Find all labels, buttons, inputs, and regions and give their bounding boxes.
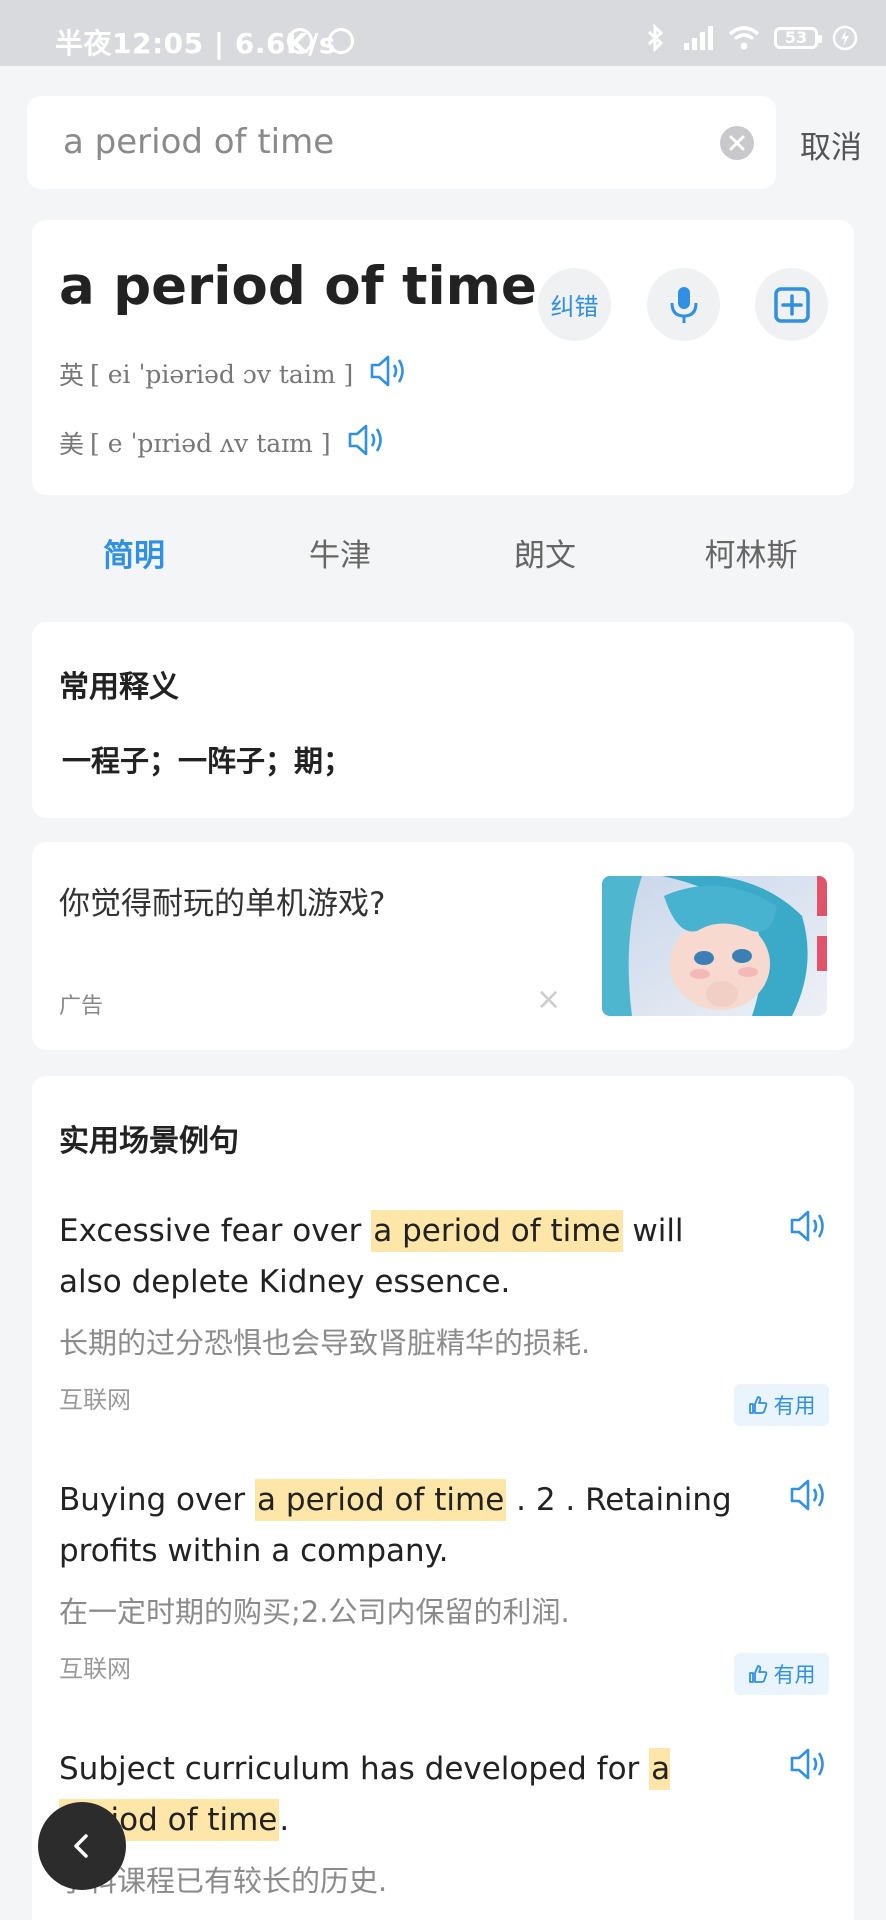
correct-button[interactable]: 纠错 [538, 268, 611, 341]
ad-close-icon[interactable]: × [536, 982, 561, 1017]
example-sentence: Buying over a period of time . 2 . Retai… [59, 1475, 749, 1577]
microphone-icon [670, 286, 697, 323]
tab-longman[interactable]: 朗文 [475, 530, 615, 575]
definitions-text: 一程子；一阵子；期； [62, 744, 353, 778]
cancel-button[interactable]: 取消 [800, 122, 862, 167]
example-item: Subject curriculum has developed for a p… [59, 1744, 829, 1900]
definitions-card: 常用释义 一程子；一阵子；期； [32, 622, 854, 818]
ad-card[interactable]: 你觉得耐玩的单机游戏? 广告 × [32, 842, 854, 1050]
useful-button[interactable]: 有用 [734, 1384, 829, 1426]
example-sentence: Excessive fear over a period of time wil… [59, 1206, 749, 1308]
word-card: a period of time 纠错 英 [ ei ˈpiəriəd ɔv t… [32, 220, 854, 495]
example-source: 互联网 [59, 1386, 131, 1414]
uk-speaker-icon[interactable] [369, 353, 409, 395]
uk-phonetic: [ ei ˈpiəriəd ɔv taim ] [90, 359, 354, 389]
example-translation: 长期的过分恐惧也会导致肾脏精华的损耗. [59, 1326, 591, 1360]
back-button[interactable] [38, 1802, 126, 1890]
uk-pronunciation: 英 [ ei ˈpiəriəd ɔv taim ] [59, 353, 409, 395]
notification-icon [287, 28, 313, 54]
us-speaker-icon[interactable] [347, 422, 387, 464]
thumbs-up-icon [748, 1665, 767, 1683]
status-bar: 半夜12:05 | 6.6K/s 53 [0, 0, 886, 66]
example-item: Excessive fear over a period of time wil… [59, 1206, 829, 1426]
example-translation: 学科课程已有较长的历史. [59, 1864, 388, 1898]
uk-label: 英 [59, 361, 85, 390]
ad-image[interactable] [602, 876, 827, 1016]
example-speaker-icon[interactable] [789, 1746, 829, 1786]
wifi-icon [728, 26, 760, 50]
chevron-left-icon [74, 1834, 88, 1858]
add-icon [773, 286, 810, 323]
sync-icon [328, 28, 354, 54]
tab-oxford[interactable]: 牛津 [270, 530, 410, 575]
search-input[interactable]: a period of time [63, 122, 334, 162]
thumbs-up-icon [748, 1396, 767, 1414]
example-speaker-icon[interactable] [789, 1208, 829, 1248]
example-sentence: Subject curriculum has developed for a p… [59, 1744, 749, 1846]
charging-icon [832, 25, 858, 51]
clear-search-icon[interactable] [720, 126, 754, 160]
highlighted-phrase: a period of time [255, 1479, 507, 1521]
tab-jianming[interactable]: 简明 [64, 530, 204, 575]
search-bar[interactable]: a period of time [27, 96, 776, 189]
add-to-wordbook-button[interactable] [755, 268, 828, 341]
us-phonetic: [ e ˈpɪriəd ʌv taɪm ] [90, 428, 331, 458]
bluetooth-icon [647, 24, 664, 52]
battery-icon: 53 [774, 27, 822, 49]
definitions-title: 常用释义 [59, 670, 179, 705]
tab-collins[interactable]: 柯林斯 [681, 530, 821, 575]
example-translation: 在一定时期的购买;2.公司内保留的利润. [59, 1595, 570, 1629]
useful-button[interactable]: 有用 [734, 1653, 829, 1695]
headword: a period of time [59, 256, 537, 317]
ad-title[interactable]: 你觉得耐玩的单机游戏? [59, 878, 385, 923]
example-source: 互联网 [59, 1655, 131, 1683]
microphone-button[interactable] [647, 268, 720, 341]
example-item: Buying over a period of time . 2 . Retai… [59, 1475, 829, 1695]
signal-icon [684, 26, 713, 50]
us-label: 美 [59, 430, 85, 459]
examples-card: 实用场景例句 Excessive fear over a period of t… [32, 1076, 854, 1920]
example-speaker-icon[interactable] [789, 1477, 829, 1517]
dictionary-tabs: 简明 牛津 朗文 柯林斯 [32, 530, 854, 580]
highlighted-phrase: a period of time [371, 1210, 623, 1252]
ad-label: 广告 [59, 994, 104, 1019]
examples-title: 实用场景例句 [59, 1124, 239, 1159]
us-pronunciation: 美 [ e ˈpɪriəd ʌv taɪm ] [59, 422, 387, 464]
